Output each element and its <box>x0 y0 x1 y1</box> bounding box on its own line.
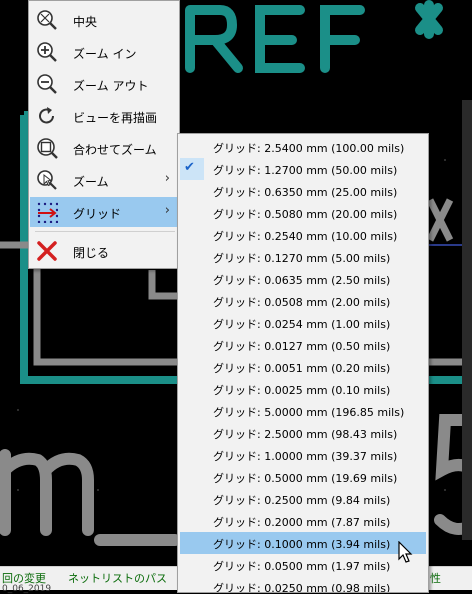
zoom-out-icon <box>37 74 57 94</box>
menu-item-label: ズーム アウト <box>73 79 149 93</box>
grid-option[interactable]: グリッド: 2.5400 mm (100.00 mils) <box>180 136 426 158</box>
menu-item-label: ズーム <box>73 175 109 189</box>
grid-option[interactable]: グリッド: 0.0635 mm (2.50 mils) <box>180 268 426 290</box>
menu-item-label: 閉じる <box>73 246 110 260</box>
grid-option-label: グリッド: 2.5000 mm (98.43 mils) <box>213 428 398 441</box>
grid-option[interactable]: グリッド: 0.6350 mm (25.00 mils) <box>180 180 426 202</box>
grid-option[interactable]: グリッド: 0.0051 mm (0.20 mils) <box>180 356 426 378</box>
grid-option-label: グリッド: 1.0000 mm (39.37 mils) <box>213 450 398 463</box>
grid-option-label: グリッド: 0.0635 mm (2.50 mils) <box>213 274 391 287</box>
checkmark-icon: ✔ <box>184 160 195 175</box>
grid-option[interactable]: グリッド: 5.0000 mm (196.85 mils) <box>180 400 426 422</box>
zoom-fit-icon <box>37 138 58 159</box>
menu-item-grid[interactable]: グリッド › <box>30 197 178 227</box>
grid-option-label: グリッド: 0.0500 mm (1.97 mils) <box>213 560 391 573</box>
menu-item-zoom[interactable]: ズーム › <box>30 165 178 195</box>
zoom-center-icon <box>37 10 57 30</box>
close-icon <box>37 241 57 261</box>
grid-option-label: グリッド: 0.0254 mm (1.00 mils) <box>213 318 391 331</box>
grid-option[interactable]: グリッド: 0.5000 mm (19.69 mils) <box>180 466 426 488</box>
grid-option-label: グリッド: 0.0508 mm (2.00 mils) <box>213 296 391 309</box>
redraw-icon <box>39 107 54 124</box>
grid-option[interactable]: グリッド: 0.2000 mm (7.87 mils) <box>180 510 426 532</box>
grid-option[interactable]: グリッド: 0.0127 mm (0.50 mils) <box>180 334 426 356</box>
grid-option-label: グリッド: 0.0250 mm (0.98 mils) <box>213 582 391 593</box>
context-menu: 中央 ズーム イン ズーム アウト ビューを再描画 合わせてズーム ズーム › … <box>28 0 180 269</box>
grid-option-label: グリッド: 0.5080 mm (20.00 mils) <box>213 208 398 221</box>
grid-option-label: グリッド: 0.6350 mm (25.00 mils) <box>213 186 398 199</box>
status-item-netlist-path: ネットリストのパス <box>68 572 167 585</box>
grid-option-label: グリッド: 0.2540 mm (10.00 mils) <box>213 230 398 243</box>
menu-item-label: グリッド <box>73 207 122 221</box>
status-item-date: 0_06_2019 <box>2 584 52 594</box>
grid-option[interactable]: グリッド: 0.0500 mm (1.97 mils) <box>180 554 426 576</box>
grid-option[interactable]: グリッド: 1.0000 mm (39.37 mils) <box>180 444 426 466</box>
grid-option-label: グリッド: 0.2500 mm (9.84 mils) <box>213 494 391 507</box>
menu-item-close[interactable]: 閉じる <box>30 236 178 266</box>
grid-option-label: グリッド: 0.0127 mm (0.50 mils) <box>213 340 391 353</box>
grid-option-label: グリッド: 0.0025 mm (0.10 mils) <box>213 384 391 397</box>
grid-submenu: グリッド: 2.5400 mm (100.00 mils) ✔ グリッド: 1.2… <box>177 133 429 593</box>
menu-item-center[interactable]: 中央 <box>30 5 178 35</box>
chevron-right-icon: › <box>164 203 170 218</box>
menu-item-label: ズーム イン <box>73 47 137 61</box>
menu-item-label: 合わせてズーム <box>73 143 157 157</box>
grid-option[interactable]: グリッド: 0.0254 mm (1.00 mils) <box>180 312 426 334</box>
grid-option-label: グリッド: 2.5400 mm (100.00 mils) <box>213 142 405 155</box>
grid-option-label: グリッド: 0.2000 mm (7.87 mils) <box>213 516 391 529</box>
grid-option[interactable]: グリッド: 0.0250 mm (0.98 mils) <box>180 576 426 593</box>
menu-item-zoom-fit[interactable]: 合わせてズーム <box>30 133 178 163</box>
mouse-cursor-icon <box>398 541 413 563</box>
status-item-property: 性 <box>430 572 441 585</box>
chevron-right-icon: › <box>164 171 170 186</box>
grid-option-selected[interactable]: ✔ グリッド: 1.2700 mm (50.00 mils) <box>180 158 426 180</box>
menu-separator <box>35 231 175 232</box>
grid-option-label: グリッド: 1.2700 mm (50.00 mils) <box>213 164 398 177</box>
grid-option[interactable]: グリッド: 2.5000 mm (98.43 mils) <box>180 422 426 444</box>
grid-option[interactable]: グリッド: 0.0508 mm (2.00 mils) <box>180 290 426 312</box>
menu-item-redraw[interactable]: ビューを再描画 <box>30 101 178 131</box>
menu-item-zoom-in[interactable]: ズーム イン <box>30 37 178 67</box>
grid-icon <box>37 202 58 223</box>
grid-option-label: グリッド: 0.1000 mm (3.94 mils) <box>213 538 391 551</box>
menu-item-label: ビューを再描画 <box>73 111 158 125</box>
grid-option-label: グリッド: 5.0000 mm (196.85 mils) <box>213 406 405 419</box>
grid-option-label: グリッド: 0.0051 mm (0.20 mils) <box>213 362 391 375</box>
grid-option[interactable]: グリッド: 0.0025 mm (0.10 mils) <box>180 378 426 400</box>
grid-option[interactable]: グリッド: 0.5080 mm (20.00 mils) <box>180 202 426 224</box>
grid-option-hovered[interactable]: グリッド: 0.1000 mm (3.94 mils) <box>180 532 426 554</box>
canvas-scroll-edge <box>462 100 472 540</box>
grid-option-label: グリッド: 0.5000 mm (19.69 mils) <box>213 472 398 485</box>
menu-item-label: 中央 <box>73 15 98 29</box>
grid-option[interactable]: グリッド: 0.2500 mm (9.84 mils) <box>180 488 426 510</box>
zoom-in-icon <box>37 42 57 62</box>
grid-option-label: グリッド: 0.1270 mm (5.00 mils) <box>213 252 391 265</box>
menu-item-zoom-out[interactable]: ズーム アウト <box>30 69 178 99</box>
grid-option[interactable]: グリッド: 0.2540 mm (10.00 mils) <box>180 224 426 246</box>
grid-option[interactable]: グリッド: 0.1270 mm (5.00 mils) <box>180 246 426 268</box>
zoom-cursor-icon <box>37 170 57 190</box>
